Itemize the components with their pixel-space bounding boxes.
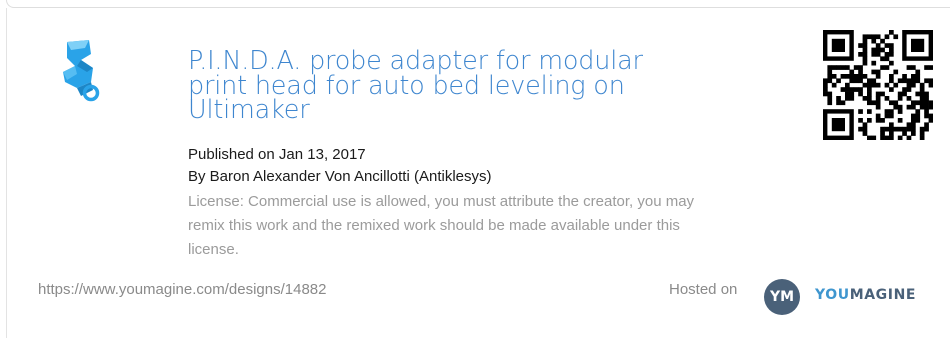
- youmagine-wordmark[interactable]: YOUMAGINE: [815, 287, 916, 303]
- design-thumbnail[interactable]: [55, 38, 115, 106]
- hosted-on-label: Hosted on: [669, 281, 738, 298]
- wordmark-magine: MAGINE: [849, 287, 917, 303]
- qr-code-icon: [823, 30, 934, 141]
- youmagine-logo-badge[interactable]: YM: [764, 279, 800, 315]
- embed-frame-left: [6, 8, 7, 338]
- license-text: License: Commercial use is allowed, you …: [188, 193, 695, 258]
- design-title[interactable]: P.I.N.D.A. probe adapter for modular pri…: [188, 48, 658, 122]
- published-date: Published on Jan 13, 2017: [188, 146, 366, 163]
- wordmark-you: YOU: [815, 287, 850, 303]
- qr-code: [823, 30, 934, 141]
- probe-adapter-model-icon: [63, 40, 100, 102]
- design-url-link[interactable]: https://www.youmagine.com/designs/14882: [38, 281, 327, 298]
- embed-frame-top: [6, 0, 950, 8]
- author-byline: By Baron Alexander Von Ancillotti (Antik…: [188, 168, 492, 185]
